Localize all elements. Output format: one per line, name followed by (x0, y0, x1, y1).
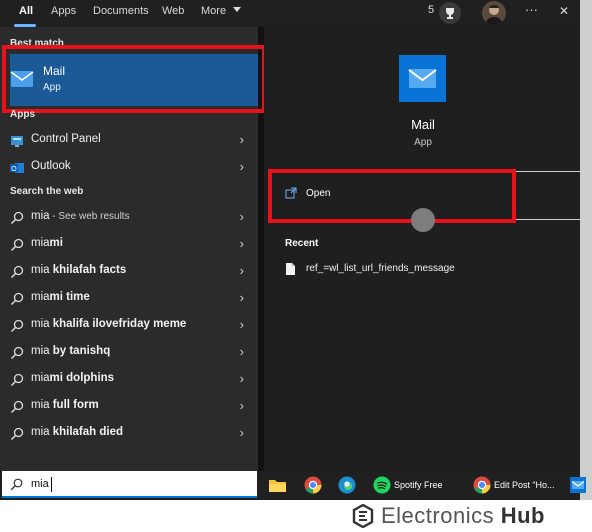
rewards-points: 5 (428, 4, 435, 16)
spotify-task-label[interactable]: Spotify Free (394, 480, 443, 490)
close-icon[interactable]: ✕ (559, 4, 569, 18)
web-suggestion-5[interactable]: mia by tanishq › (0, 339, 258, 366)
search-input-value: mia (31, 478, 49, 490)
watermark-brand: Electronics Hub (381, 503, 545, 528)
chevron-down-icon (233, 7, 242, 12)
web-suggestion-7[interactable]: mia full form › (0, 393, 258, 420)
web-suggestion-label: mia by tanishq (31, 345, 111, 357)
app-item-outlook[interactable]: O Outlook › (0, 154, 258, 181)
background-window-edge (580, 0, 592, 500)
search-icon (10, 478, 23, 496)
web-suggestion-2[interactable]: mia khilafah facts › (0, 258, 258, 285)
chevron-right-icon[interactable]: › (240, 290, 244, 305)
avatar[interactable] (482, 1, 506, 25)
chrome-icon[interactable] (473, 476, 491, 494)
tab-more-label: More (201, 5, 227, 17)
watermark-bar: Electronics Hub (0, 500, 592, 532)
web-suggestion-label: miami (31, 237, 63, 249)
web-suggestion-label: miami dolphins (31, 372, 115, 384)
search-icon (10, 292, 24, 306)
chevron-right-icon[interactable]: › (240, 425, 244, 440)
web-suggestion-label: mia khilafah died (31, 426, 124, 438)
mail-taskbar-icon[interactable] (570, 477, 586, 493)
detail-divider-bottom (513, 219, 580, 220)
search-icon (10, 238, 24, 252)
web-suggestion-label: miami time (31, 291, 90, 303)
web-suggestion-3[interactable]: miami time › (0, 285, 258, 312)
mail-icon (408, 69, 437, 88)
chevron-right-icon[interactable]: › (240, 371, 244, 386)
chevron-right-icon[interactable]: › (240, 317, 244, 332)
recent-item[interactable]: ref_=wl_list_url_friends_message (285, 258, 575, 280)
tab-documents[interactable]: Documents (93, 5, 149, 17)
detail-app-type: App (414, 137, 432, 148)
search-icon (10, 211, 24, 225)
web-suggestion-label: mia full form (31, 399, 99, 411)
tab-more[interactable]: More (201, 5, 242, 17)
web-suggestion-4[interactable]: mia khalifa ilovefriday meme › (0, 312, 258, 339)
tab-web[interactable]: Web (162, 5, 184, 17)
search-web-heading: Search the web (10, 186, 84, 197)
svg-text:O: O (11, 166, 17, 173)
file-explorer-icon[interactable] (269, 478, 286, 492)
web-suggestion-1[interactable]: miami › (0, 231, 258, 258)
tab-all[interactable]: All (19, 5, 33, 17)
edge-icon[interactable] (338, 476, 356, 494)
electronics-hub-logo-icon (352, 503, 374, 532)
web-suggestion-8[interactable]: mia khilafah died › (0, 420, 258, 447)
recent-item-label: ref_=wl_list_url_friends_message (306, 263, 455, 274)
search-icon (10, 346, 24, 360)
more-options-icon[interactable]: ··· (525, 2, 538, 17)
chrome-icon[interactable] (304, 476, 322, 494)
chevron-right-icon[interactable]: › (240, 159, 244, 174)
mail-app-tile (399, 55, 446, 102)
app-item-label: Outlook (31, 160, 71, 172)
spotify-icon[interactable] (373, 476, 391, 494)
search-icon (10, 373, 24, 387)
web-suggestion-label: mia - See web results (31, 210, 130, 222)
chevron-right-icon[interactable]: › (240, 209, 244, 224)
chevron-right-icon[interactable]: › (240, 236, 244, 251)
search-header-bar: All Apps Documents Web More 5 ··· ✕ (0, 0, 592, 27)
recent-heading: Recent (285, 238, 319, 249)
detail-app-name: Mail (411, 117, 435, 132)
web-suggestion-0[interactable]: mia - See web results › (0, 204, 258, 231)
web-suggestion-6[interactable]: miami dolphins › (0, 366, 258, 393)
chevron-right-icon[interactable]: › (240, 344, 244, 359)
search-icon (10, 265, 24, 279)
chevron-right-icon[interactable]: › (240, 398, 244, 413)
trophy-icon[interactable] (439, 2, 461, 24)
search-icon (10, 319, 24, 333)
web-suggestion-label: mia khalifa ilovefriday meme (31, 318, 187, 330)
search-input[interactable]: mia (2, 471, 257, 498)
web-suggestion-label: mia khilafah facts (31, 264, 127, 276)
edit-post-task-label[interactable]: Edit Post “Ho... (494, 480, 555, 490)
detail-divider-top (513, 171, 580, 172)
search-icon (10, 427, 24, 441)
file-icon (285, 262, 295, 280)
search-icon (10, 400, 24, 414)
text-caret (51, 477, 52, 492)
highlight-box-open (268, 169, 516, 223)
chevron-right-icon[interactable]: › (240, 263, 244, 278)
outlook-icon: O (10, 161, 24, 175)
cursor-indicator (411, 208, 435, 232)
highlight-box-best-match (2, 45, 266, 113)
tab-apps[interactable]: Apps (51, 5, 76, 17)
